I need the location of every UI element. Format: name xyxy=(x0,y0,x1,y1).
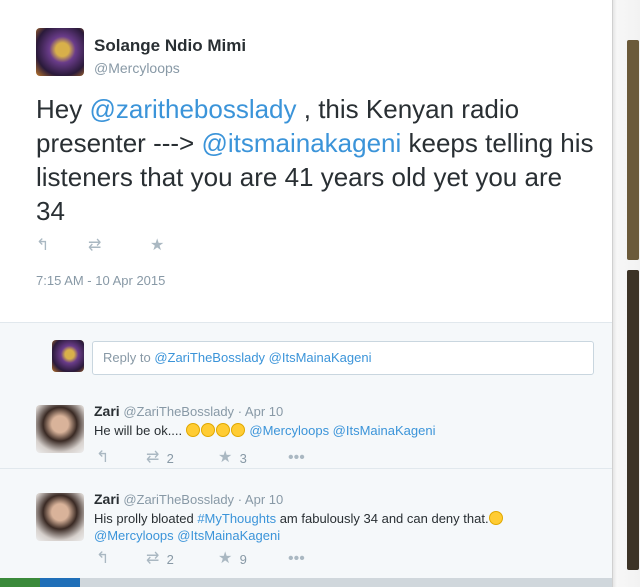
retweet-count: 2 xyxy=(166,450,174,466)
reply-header: Zari @ZariTheBosslady · Apr 10 xyxy=(94,491,283,507)
reply-author-name[interactable]: Zari xyxy=(94,403,120,419)
reply-date[interactable]: Apr 10 xyxy=(245,492,283,507)
reply-author-handle[interactable]: @ZariTheBosslady xyxy=(123,492,234,507)
retweet-button[interactable]: ⇄ 2 xyxy=(146,551,218,567)
reply-mentions[interactable]: @Mercyloops @ItsMainaKageni xyxy=(249,423,435,438)
reply-composer-area: Reply to @ZariTheBosslady @ItsMainaKagen… xyxy=(0,322,612,382)
reply-icon: ↰ xyxy=(36,237,50,254)
laughing-emoji-icon xyxy=(200,423,215,437)
author-name[interactable]: Solange Ndio Mimi xyxy=(94,36,246,56)
tweet-text-part: Hey xyxy=(36,94,90,124)
reply-button[interactable]: ↰ xyxy=(36,238,88,254)
reply-text-part: am fabulously 34 and can deny that. xyxy=(276,511,489,526)
favorite-icon: ★ xyxy=(150,237,165,254)
author-avatar[interactable] xyxy=(36,28,84,76)
retweet-icon: ⇄ xyxy=(146,550,160,567)
reply-actions: ↰ ⇄ 2 ★ 9 ••• xyxy=(96,551,305,567)
favorite-button[interactable]: ★ 3 xyxy=(218,450,288,466)
reply-author-handle[interactable]: @ZariTheBosslady xyxy=(123,404,234,419)
reply-mentions[interactable]: @Mercyloops @ItsMainaKageni xyxy=(94,528,280,543)
reply-icon: ↰ xyxy=(96,449,110,466)
tweet-timestamp[interactable]: 7:15 AM - 10 Apr 2015 xyxy=(36,273,165,288)
reply-text-part: He will be ok.... xyxy=(94,423,183,438)
reply-header: Zari @ZariTheBosslady · Apr 10 xyxy=(94,403,283,419)
winking-tongue-emoji-icon xyxy=(488,511,503,525)
favorite-button[interactable]: ★ xyxy=(150,238,164,254)
reply-button[interactable]: ↰ xyxy=(96,551,146,567)
retweet-button[interactable]: ⇄ xyxy=(88,238,150,254)
retweet-button[interactable]: ⇄ 2 xyxy=(146,450,218,466)
reply-tweet[interactable]: Zari @ZariTheBosslady · Apr 10 His proll… xyxy=(0,469,612,579)
mention-link-maina[interactable]: @itsmainakageni xyxy=(201,128,401,158)
retweet-count: 2 xyxy=(166,551,174,567)
reply-avatar[interactable] xyxy=(36,493,84,541)
tweet-actions: ↰ ⇄ ★ xyxy=(36,238,164,254)
reply-separator: · xyxy=(237,404,245,419)
background-edge xyxy=(612,0,640,587)
retweet-icon: ⇄ xyxy=(88,237,102,254)
reply-text: He will be ok.... @Mercyloops @ItsMainaK… xyxy=(94,422,594,439)
reply-text-part: His prolly bloated xyxy=(94,511,198,526)
reply-avatar[interactable] xyxy=(36,405,84,453)
background-image-strip xyxy=(627,270,639,570)
reply-author-name[interactable]: Zari xyxy=(94,491,120,507)
background-image-strip xyxy=(627,40,639,260)
reply-button[interactable]: ↰ xyxy=(96,450,146,466)
more-icon: ••• xyxy=(288,550,305,567)
taskbar-edge xyxy=(0,578,612,587)
reply-text: His prolly bloated #MyThoughts am fabulo… xyxy=(94,510,594,544)
laughing-emoji-icon xyxy=(215,423,230,437)
reply-tweet[interactable]: Zari @ZariTheBosslady · Apr 10 He will b… xyxy=(0,381,612,469)
hashtag-link[interactable]: #MyThoughts xyxy=(197,511,276,526)
favorite-count: 9 xyxy=(239,551,247,567)
reply-placeholder-mentions: @ZariTheBosslady @ItsMainaKageni xyxy=(154,350,372,365)
retweet-icon: ⇄ xyxy=(146,449,160,466)
favorite-icon: ★ xyxy=(218,550,233,567)
favorite-button[interactable]: ★ 9 xyxy=(218,551,288,567)
tweet-card: Solange Ndio Mimi @Mercyloops Hey @zarit… xyxy=(0,0,612,587)
reply-date[interactable]: Apr 10 xyxy=(245,404,283,419)
more-icon: ••• xyxy=(288,449,305,466)
reply-separator: · xyxy=(237,492,245,507)
reply-input[interactable]: Reply to @ZariTheBosslady @ItsMainaKagen… xyxy=(92,341,594,375)
reply-actions: ↰ ⇄ 2 ★ 3 ••• xyxy=(96,450,305,466)
favorite-icon: ★ xyxy=(218,449,233,466)
reply-icon: ↰ xyxy=(96,550,110,567)
more-button[interactable]: ••• xyxy=(288,450,305,466)
laughing-emoji-icon xyxy=(185,423,200,437)
mention-link-zari[interactable]: @zarithebosslady xyxy=(89,94,296,124)
author-handle[interactable]: @Mercyloops xyxy=(94,60,180,76)
tweet-text: Hey @zarithebosslady , this Kenyan radio… xyxy=(36,92,596,228)
favorite-count: 3 xyxy=(239,450,247,466)
current-user-avatar xyxy=(52,340,84,372)
reply-placeholder-prefix: Reply to xyxy=(103,350,155,365)
more-button[interactable]: ••• xyxy=(288,551,305,567)
laughing-emoji-icon xyxy=(230,423,245,437)
